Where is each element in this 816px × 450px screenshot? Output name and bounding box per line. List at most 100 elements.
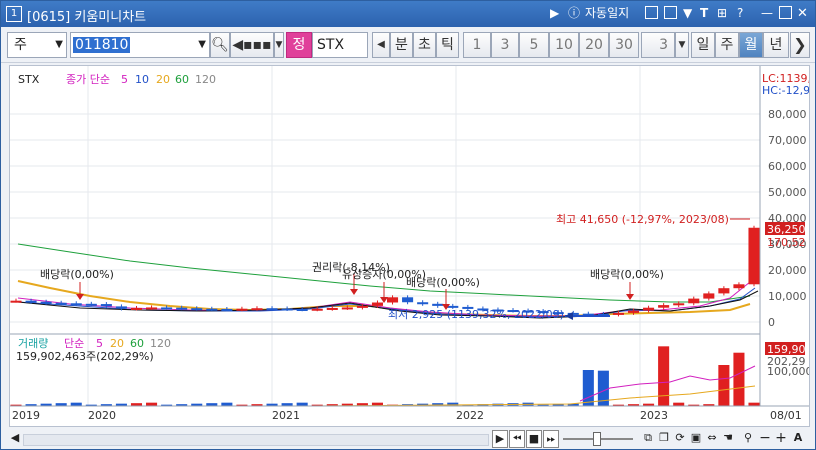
scroll-left-icon[interactable]: ◀ — [9, 430, 21, 446]
pin-icon[interactable]: ▼ — [683, 6, 692, 21]
candle-body — [161, 307, 173, 310]
refresh-icon[interactable]: ⟳ — [673, 430, 687, 446]
candle-body — [371, 302, 383, 306]
title-bar: 1 [0615] 키움미니차트 ▶ ⓘ 자동일지 ▼ T ⊞ ? — ✕ — [1, 1, 815, 27]
layout-icon[interactable] — [645, 6, 658, 19]
price-legend-ma-120: 120 — [195, 73, 216, 86]
zoom-out-icon[interactable]: − — [759, 430, 771, 446]
price-y-tick: 50,000 — [768, 186, 807, 199]
candle-body — [221, 309, 233, 311]
close-icon[interactable]: ✕ — [797, 6, 808, 21]
toolbar: 주 ▼ 011810 ▼ 🔍︎ ◀▪▪▪ ▼ 정 STX ◀ 분 초 틱 1 3… — [1, 28, 815, 63]
type-select-value: 주 — [14, 37, 27, 53]
dividend-annotation: 배당락(0,00%) — [590, 268, 664, 281]
prev-icon[interactable]: ◀ — [372, 32, 390, 58]
chevron-right-icon[interactable]: ❯ — [790, 32, 810, 58]
minimize-icon[interactable]: — — [761, 6, 773, 21]
period-button-tick[interactable]: 틱 — [436, 32, 459, 58]
price-legend-ma-10: 10 — [135, 73, 149, 86]
interval-button-3[interactable]: 3 — [491, 32, 519, 58]
expand-icon[interactable]: ⇔ — [705, 430, 719, 446]
code-input[interactable]: 011810 ▼ — [70, 32, 210, 58]
auto-save-label[interactable]: 자동일지 — [585, 6, 629, 21]
price-y-tick: 20,000 — [768, 264, 807, 277]
arrow-down-icon — [626, 294, 634, 300]
fast-forward-icon[interactable]: ⏩︎ — [543, 430, 559, 448]
interval-button-10[interactable]: 10 — [549, 32, 579, 58]
type-select[interactable]: 주 ▼ — [7, 32, 67, 58]
volume-ma-20-line — [18, 385, 756, 407]
candle-body — [115, 306, 127, 309]
price-legend-ma-label: 종가 단순 — [66, 73, 110, 86]
x-axis-label: 08/01 — [770, 409, 802, 422]
play-icon[interactable]: ▶ — [492, 430, 508, 448]
candle-body — [703, 293, 715, 299]
help-icon[interactable]: ? — [737, 6, 743, 21]
candle-body — [25, 300, 37, 303]
candle-body — [251, 308, 263, 311]
price-legend-ma-60: 60 — [175, 73, 189, 86]
candle-body — [10, 300, 22, 303]
font-icon[interactable]: A — [791, 430, 805, 446]
chart-svg[interactable]: STX 종가 단순 5 10 20 60 120 LC:1139, HC:-12… — [10, 66, 813, 426]
category-badge: 정 — [286, 32, 312, 58]
candle-body — [266, 308, 278, 311]
candle-body — [236, 308, 248, 311]
volume-bar — [718, 365, 730, 406]
candle-body — [402, 297, 414, 303]
arrow-down-icon — [350, 289, 358, 295]
rewind-icon[interactable]: ⏪︎ — [509, 430, 525, 448]
layout-icon[interactable]: ▣ — [689, 430, 703, 446]
zoom-box-icon[interactable]: ⧉ — [641, 430, 655, 446]
chevron-down-icon[interactable]: ▼ — [274, 32, 284, 58]
volume-bar — [733, 352, 745, 406]
speed-slider-thumb[interactable] — [593, 432, 601, 446]
x-axis-label: 2021 — [272, 409, 300, 422]
speaker-icon[interactable]: ◀▪▪▪ — [230, 32, 274, 58]
candle-body — [432, 303, 444, 306]
volume-legend-ma-label: 단순 — [64, 337, 84, 350]
range-button-week[interactable]: 주 — [715, 32, 739, 58]
custom-interval[interactable]: 3 — [641, 32, 675, 58]
zoom-in-icon[interactable]: + — [775, 430, 787, 446]
copy-icon[interactable]: ❐ — [657, 430, 671, 446]
price-legend-name: STX — [18, 73, 40, 86]
interval-button-5[interactable]: 5 — [519, 32, 549, 58]
hand-icon[interactable]: ☚ — [721, 430, 735, 446]
interval-button-1[interactable]: 1 — [463, 32, 491, 58]
interval-button-30[interactable]: 30 — [609, 32, 639, 58]
search-icon[interactable]: ⚲ — [741, 430, 755, 446]
candle-body — [146, 307, 158, 310]
play-icon[interactable]: ▶ — [550, 6, 559, 21]
text-icon[interactable]: T — [700, 6, 708, 21]
search-icon[interactable]: 🔍︎ — [210, 32, 230, 58]
volume-text: 159,902,463주(202,29%) — [16, 350, 154, 363]
candle-body — [191, 308, 203, 311]
candle-body — [85, 303, 97, 306]
volume-bar — [582, 370, 594, 406]
current-change: 170,52 — [767, 236, 806, 249]
price-y-tick: 70,000 — [768, 134, 807, 147]
dividend-annotation: 배당락(0,00%) — [40, 268, 114, 281]
chevron-down-icon[interactable]: ▼ — [675, 32, 689, 58]
stop-icon[interactable]: ■ — [526, 430, 542, 448]
info-icon[interactable]: ⓘ — [568, 6, 580, 21]
volume-legend-label: 거래량 — [18, 337, 48, 350]
range-button-day[interactable]: 일 — [691, 32, 715, 58]
range-button-month[interactable]: 월 — [739, 32, 763, 58]
range-button-year[interactable]: 년 — [763, 32, 789, 58]
period-button-sec[interactable]: 초 — [413, 32, 436, 58]
candle-body — [748, 227, 760, 285]
candle-body — [296, 309, 308, 311]
volume-legend-ma-60: 60 — [130, 337, 144, 350]
chart-area[interactable]: STX 종가 단순 5 10 20 60 120 LC:1139, HC:-12… — [9, 65, 813, 427]
maximize-icon[interactable] — [779, 6, 792, 19]
chevron-down-icon: ▼ — [198, 39, 206, 50]
period-button-min[interactable]: 분 — [390, 32, 413, 58]
grid-icon[interactable]: ⊞ — [717, 6, 727, 21]
window-copy-icon[interactable] — [664, 6, 677, 19]
interval-button-20[interactable]: 20 — [579, 32, 609, 58]
candle-body — [100, 304, 112, 307]
candle-body — [130, 307, 143, 310]
horizontal-scrollbar[interactable] — [23, 434, 489, 446]
